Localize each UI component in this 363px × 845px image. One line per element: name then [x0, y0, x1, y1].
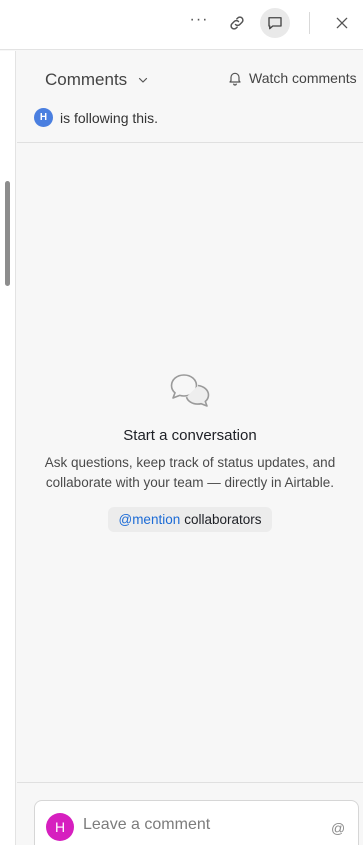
mention-label: @mention	[118, 512, 181, 527]
record-toolbar: ···	[0, 0, 363, 50]
comments-dropdown-label: Comments	[45, 70, 128, 89]
copy-link-button[interactable]	[222, 8, 252, 38]
comment-composer-area: H @	[17, 782, 363, 845]
comments-filter-dropdown[interactable]: Comments	[45, 70, 149, 90]
close-button[interactable]	[327, 8, 357, 38]
conversation-icon	[170, 374, 210, 407]
comment-composer[interactable]: H @	[34, 800, 359, 845]
more-options-button[interactable]: ···	[184, 8, 214, 38]
toggle-comments-button[interactable]	[260, 8, 290, 38]
record-scroll-area	[0, 51, 16, 845]
follow-text: is following this.	[60, 109, 159, 126]
comments-panel: Comments Watch comments H is following t…	[17, 51, 363, 845]
watch-comments-button[interactable]: Watch comments	[227, 70, 357, 86]
follower-row: H is following this.	[34, 108, 158, 127]
empty-state-title: Start a conversation	[123, 427, 257, 444]
mention-suffix: collaborators	[184, 512, 262, 527]
follower-avatar[interactable]: H	[34, 108, 53, 127]
close-icon	[336, 17, 348, 29]
watch-comments-label: Watch comments	[249, 70, 357, 86]
scrollbar-thumb[interactable]	[5, 181, 10, 286]
comment-bubble-icon	[268, 17, 282, 30]
empty-state: Start a conversation Ask questions, keep…	[17, 371, 363, 532]
chevron-down-icon	[139, 77, 148, 83]
bell-icon	[229, 72, 241, 86]
mention-at-button[interactable]: @	[331, 820, 345, 836]
toolbar-divider	[309, 12, 310, 34]
mention-collaborators-button[interactable]: @mention collaborators	[108, 507, 272, 532]
current-user-avatar: H	[46, 813, 74, 841]
comments-header: Comments Watch comments H is following t…	[17, 51, 363, 143]
more-horizontal-icon: ···	[189, 11, 209, 28]
empty-state-description: Ask questions, keep track of status upda…	[44, 455, 336, 490]
comment-input[interactable]	[83, 809, 313, 841]
link-icon	[230, 16, 244, 30]
